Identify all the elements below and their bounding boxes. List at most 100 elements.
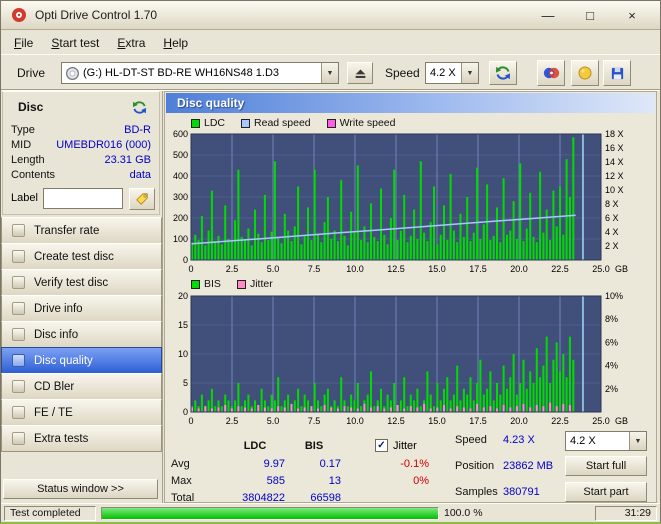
- sidebar-item-label: Extra tests: [34, 432, 89, 445]
- elapsed-time: 31:29: [595, 505, 657, 521]
- transfer-rate-icon: [12, 224, 25, 237]
- svg-text:7.5: 7.5: [308, 416, 321, 426]
- sidebar-item-drive-info[interactable]: Drive info: [1, 295, 162, 322]
- sidebar-item-label: Create test disc: [34, 250, 114, 263]
- label-input[interactable]: [43, 188, 123, 209]
- svg-text:15: 15: [178, 320, 188, 330]
- tag-icon: [136, 193, 148, 205]
- info-value: UMEBDR016 (000): [56, 139, 151, 151]
- svg-text:5.0: 5.0: [267, 264, 280, 274]
- eject-button[interactable]: [347, 62, 373, 84]
- sidebar-item-label: Disc info: [34, 328, 79, 341]
- disc-refresh-button[interactable]: [127, 97, 151, 117]
- start-part-button[interactable]: Start part: [565, 482, 647, 502]
- menu-file[interactable]: File: [5, 33, 42, 53]
- progress-bar: [101, 506, 439, 520]
- discs-icon: [543, 67, 559, 79]
- menu-help[interactable]: Help: [154, 33, 197, 53]
- drive-label: Drive: [17, 66, 46, 80]
- disc-info-row: MID UMEBDR016 (000): [11, 139, 151, 154]
- scan-speed-select[interactable]: 4.2 X ▼: [565, 431, 647, 451]
- chevron-down-icon[interactable]: ▼: [629, 432, 646, 450]
- window-controls: — □ ×: [538, 8, 650, 23]
- svg-text:400: 400: [173, 171, 188, 181]
- minimize-button[interactable]: —: [538, 8, 558, 23]
- save-results-button[interactable]: [603, 60, 631, 86]
- status-window-button[interactable]: Status window >>: [3, 479, 158, 499]
- position-label: Position: [455, 460, 495, 472]
- svg-text:8%: 8%: [605, 314, 618, 324]
- sidebar-item-transfer-rate[interactable]: Transfer rate: [1, 217, 162, 244]
- refresh-button[interactable]: [489, 61, 517, 85]
- sidebar-nav: Transfer rate Create test disc Verify te…: [1, 217, 162, 452]
- sidebar-item-fe-te[interactable]: FE / TE: [1, 399, 162, 426]
- drive-info-icon: [12, 302, 25, 315]
- svg-text:8 X: 8 X: [605, 199, 619, 209]
- legend-item: Read speed: [241, 117, 311, 129]
- disc-panel: Disc Type BD-R MID UMEBDR016 (000) Lengt…: [2, 91, 160, 215]
- stat-row-label: Avg: [171, 458, 190, 470]
- speed-select[interactable]: 4.2 X ▼: [425, 62, 479, 84]
- avg-jitter-value: -0.1%: [400, 458, 429, 470]
- stats-section: LDC BIS ✓ Jitter Avg 9.97 0.17 -0.1% Max…: [165, 431, 656, 508]
- start-full-button[interactable]: Start full: [565, 456, 647, 476]
- sidebar-item-disc-info[interactable]: Disc info: [1, 321, 162, 348]
- menu-start-test[interactable]: Start test: [42, 33, 108, 53]
- disc-section-title: Disc: [18, 100, 44, 114]
- disc-icon: [66, 66, 79, 80]
- disc-quality-panel: Disc quality LDC Read speed Write speed …: [164, 91, 657, 504]
- sidebar-item-label: CD Bler: [34, 380, 75, 393]
- drive-value: (G:) HL-DT-ST BD-RE WH16NS48 1.D3: [83, 67, 280, 79]
- maximize-button[interactable]: □: [580, 8, 600, 23]
- titlebar[interactable]: Opti Drive Control 1.70 — □ ×: [1, 1, 660, 30]
- svg-text:17.5: 17.5: [469, 264, 487, 274]
- svg-text:22.5: 22.5: [551, 264, 569, 274]
- jitter-swatch-icon: [236, 279, 246, 289]
- avg-ldc-value: 9.97: [263, 458, 285, 470]
- chevron-down-icon[interactable]: ▼: [461, 63, 478, 83]
- disc-quality-icon: [12, 354, 25, 367]
- legend-label: BIS: [204, 278, 221, 290]
- svg-text:12.5: 12.5: [387, 416, 405, 426]
- sidebar-item-verify-test-disc[interactable]: Verify test disc: [1, 269, 162, 296]
- label-row: Label: [3, 188, 159, 212]
- legend-top: LDC Read speed Write speed: [191, 117, 396, 129]
- speed-stat-value: 4.23 X: [503, 434, 535, 446]
- chart1-svg: 0 100 200 300 400 500 600 2 X 4 X 6 X 8 X 10 X 12 X 1…: [173, 130, 628, 274]
- svg-text:10.0: 10.0: [346, 264, 364, 274]
- disc-info-row: Contents data: [11, 169, 151, 184]
- svg-text:10: 10: [178, 349, 188, 359]
- preferences-button[interactable]: [571, 60, 599, 86]
- read-label-button[interactable]: [129, 188, 155, 210]
- close-button[interactable]: ×: [622, 8, 642, 23]
- svg-text:10 X: 10 X: [605, 185, 624, 195]
- yellow-ball-icon: [578, 66, 592, 80]
- legend-label: Read speed: [254, 117, 311, 129]
- svg-text:15.0: 15.0: [428, 264, 446, 274]
- floppy-save-icon: [611, 67, 623, 79]
- sidebar-item-create-test-disc[interactable]: Create test disc: [1, 243, 162, 270]
- svg-text:20.0: 20.0: [510, 416, 528, 426]
- chevron-down-icon[interactable]: ▼: [321, 63, 338, 83]
- compare-discs-button[interactable]: [537, 60, 565, 86]
- menubar: File Start test Extra Help: [1, 31, 660, 54]
- label-caption: Label: [11, 192, 38, 204]
- jitter-checkbox[interactable]: ✓: [375, 439, 388, 452]
- svg-text:20.0: 20.0: [510, 264, 528, 274]
- sidebar-item-disc-quality[interactable]: Disc quality: [1, 347, 162, 374]
- svg-text:0: 0: [183, 407, 188, 417]
- max-jitter-value: 0%: [413, 475, 429, 487]
- svg-text:200: 200: [173, 213, 188, 223]
- info-value: BD-R: [124, 124, 151, 136]
- svg-text:2%: 2%: [605, 384, 618, 394]
- sidebar: Disc Type BD-R MID UMEBDR016 (000) Lengt…: [1, 91, 163, 503]
- svg-text:16 X: 16 X: [605, 143, 624, 153]
- sidebar-item-cd-bler[interactable]: CD Bler: [1, 373, 162, 400]
- write-speed-swatch-icon: [326, 118, 336, 128]
- menu-extra[interactable]: Extra: [108, 33, 154, 53]
- ldc-swatch-icon: [191, 118, 200, 128]
- sidebar-item-extra-tests[interactable]: Extra tests: [1, 425, 162, 452]
- disc-info-icon: [12, 328, 25, 341]
- svg-text:GB: GB: [615, 416, 628, 426]
- drive-select[interactable]: (G:) HL-DT-ST BD-RE WH16NS48 1.D3 ▼: [61, 62, 339, 84]
